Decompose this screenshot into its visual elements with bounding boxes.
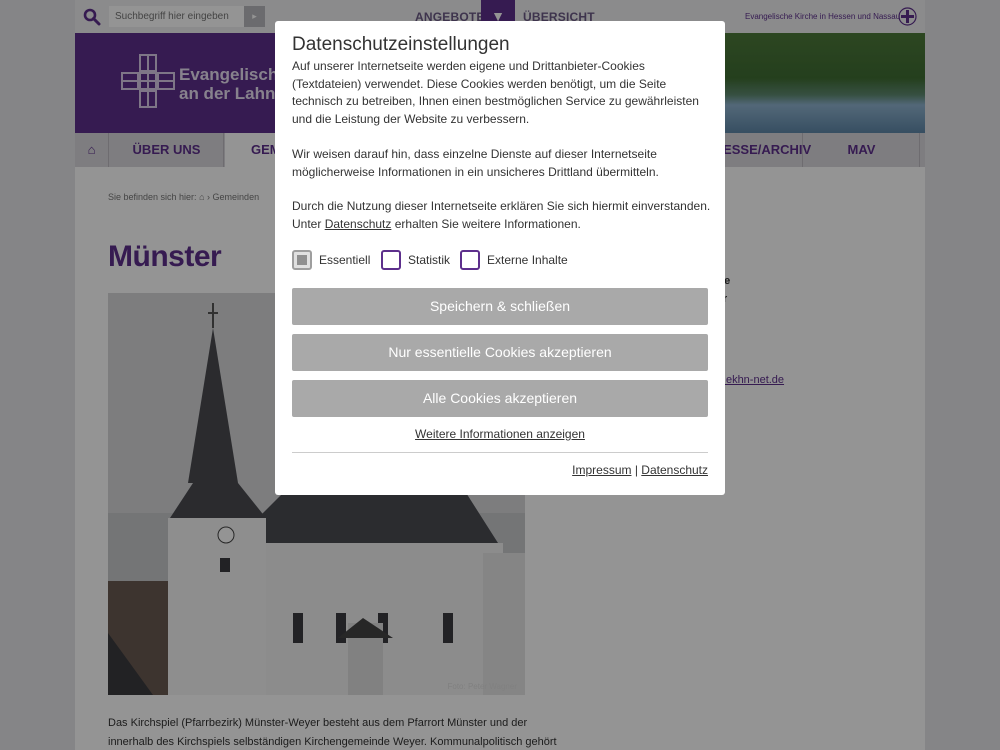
checkbox-externe-inhalte-label[interactable]: Externe Inhalte [487,253,568,267]
checkbox-statistik[interactable] [381,250,401,270]
dialog-footer: Impressum | Datenschutz [572,463,708,477]
accept-all-button[interactable]: Alle Cookies akzeptieren [292,380,708,417]
save-and-close-button[interactable]: Speichern & schließen [292,288,708,325]
divider [292,452,708,453]
datenschutz-inline-link[interactable]: Datenschutz [325,217,392,231]
more-info-link[interactable]: Weitere Informationen anzeigen [275,427,725,441]
cookie-consent-dialog: Datenschutzeinstellungen Auf unserer Int… [275,21,725,495]
checkbox-statistik-label[interactable]: Statistik [408,253,450,267]
checkbox-essentiell [292,250,312,270]
impressum-link[interactable]: Impressum [572,463,631,477]
footer-separator: | [634,463,638,477]
dialog-title: Datenschutzeinstellungen [292,34,510,55]
accept-essential-button[interactable]: Nur essentielle Cookies akzeptieren [292,334,708,371]
paragraph-3-end: erhalten Sie weitere Informationen. [391,216,581,231]
datenschutz-link[interactable]: Datenschutz [641,463,708,477]
checkbox-essentiell-label: Essentiell [319,253,371,267]
dialog-paragraph-1: Auf unserer Internetseite werden eigene … [292,59,699,126]
dialog-paragraph-3: Durch die Nutzung dieser Internetseite e… [292,198,712,233]
checkbox-externe-inhalte[interactable] [460,250,480,270]
dialog-paragraph-2: Wir weisen darauf hin, dass einzelne Die… [292,147,659,179]
